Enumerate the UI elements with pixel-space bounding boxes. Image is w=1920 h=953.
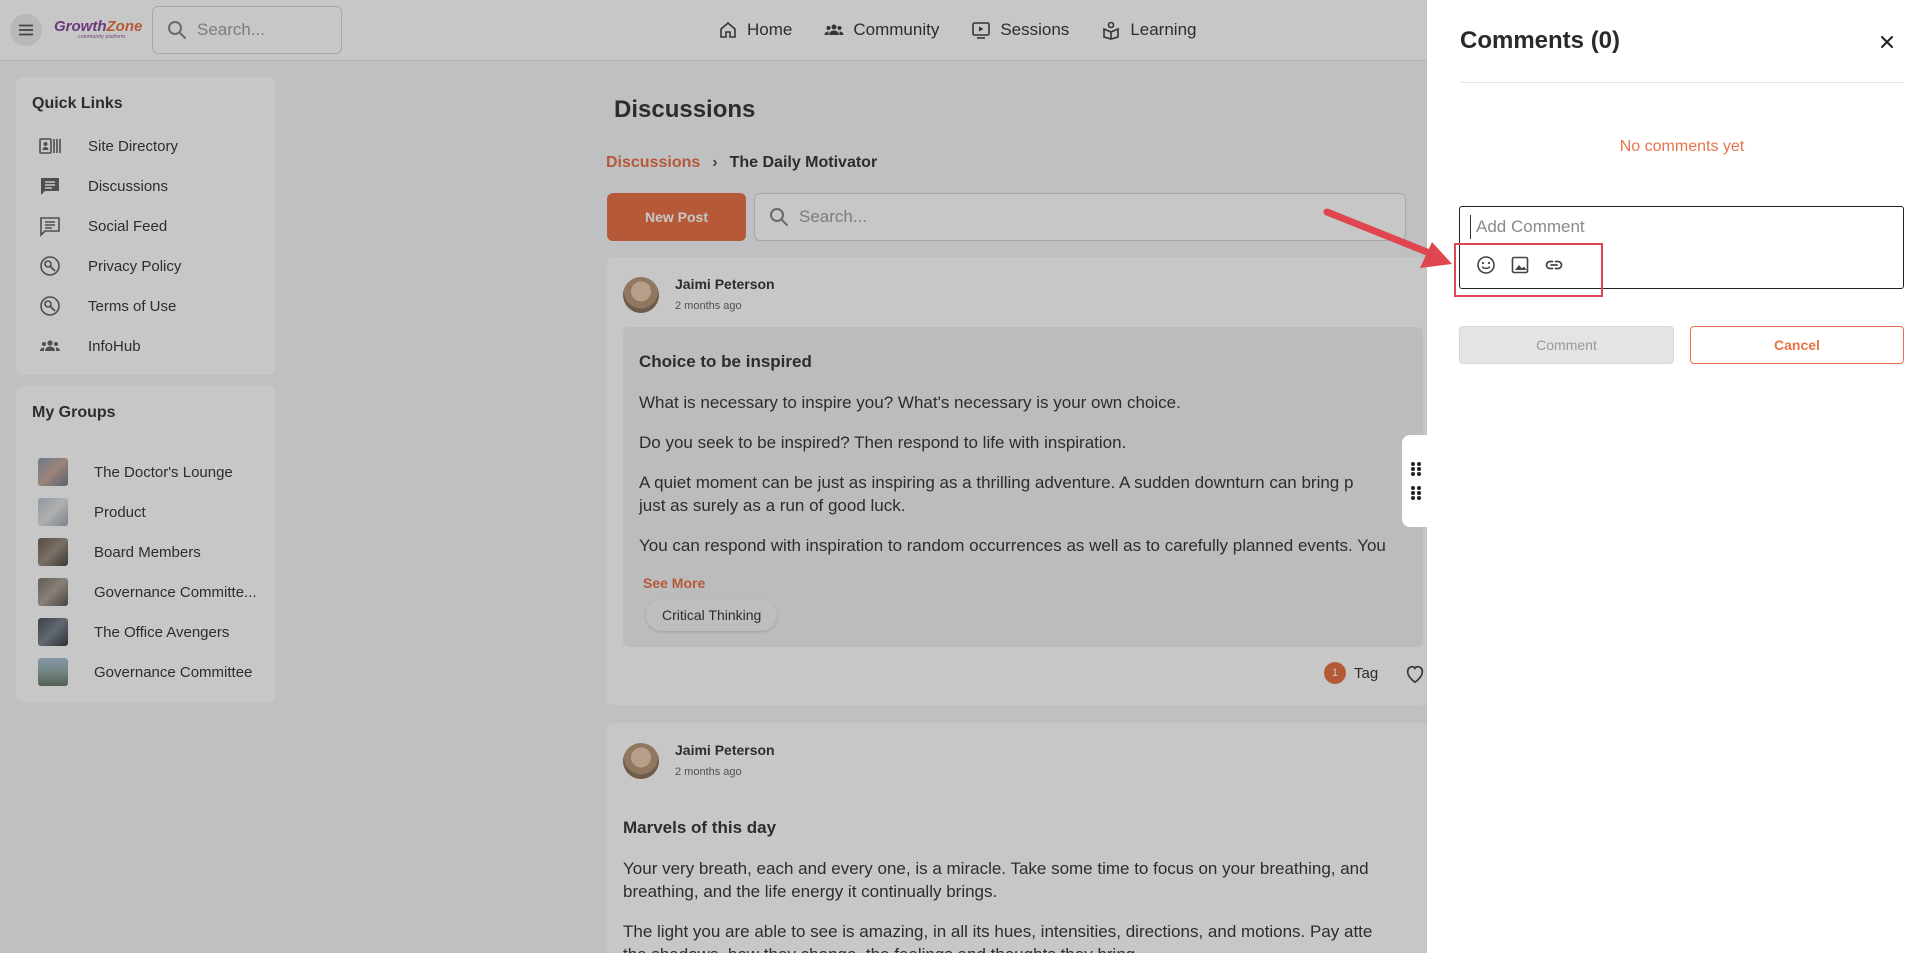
- close-panel-button[interactable]: [1877, 32, 1897, 52]
- add-comment-input[interactable]: [1470, 215, 1890, 239]
- comments-panel-title: Comments (0): [1460, 27, 1621, 54]
- cancel-button[interactable]: Cancel: [1690, 326, 1904, 364]
- drag-dots-icon: [1411, 462, 1421, 476]
- panel-drag-handle[interactable]: [1402, 435, 1430, 527]
- panel-divider: [1460, 82, 1904, 83]
- comment-button[interactable]: Comment: [1459, 326, 1674, 364]
- toolbar-highlight-box: [1454, 243, 1603, 297]
- close-icon: [1881, 36, 1893, 48]
- overlay-backdrop[interactable]: [0, 0, 1427, 953]
- no-comments-message: No comments yet: [1619, 138, 1745, 155]
- annotation-arrow-icon: [1323, 208, 1452, 268]
- drag-dots-icon: [1411, 486, 1421, 500]
